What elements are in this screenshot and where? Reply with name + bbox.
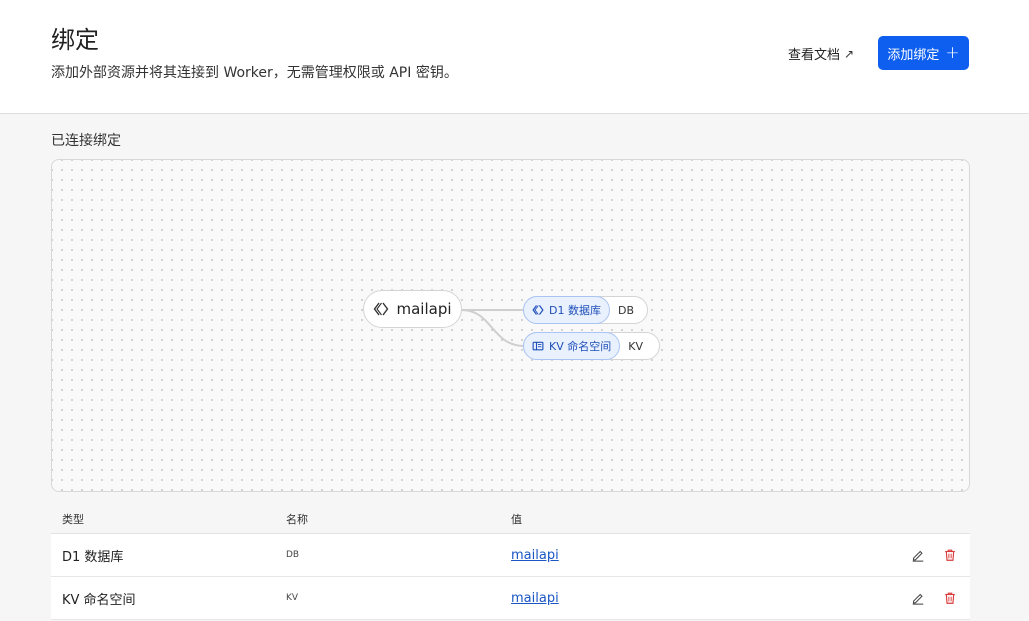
d1-database-icon bbox=[532, 305, 544, 315]
binding-type-pill: KV 命名空间 bbox=[523, 332, 621, 360]
column-header-value: 值 bbox=[511, 513, 522, 526]
trash-icon[interactable] bbox=[942, 547, 958, 563]
kv-namespace-icon bbox=[532, 341, 544, 351]
binding-variable-name: DB bbox=[617, 303, 634, 317]
value-link[interactable]: mailapi bbox=[511, 548, 559, 563]
trash-icon[interactable] bbox=[942, 590, 958, 606]
page-subtitle: 添加外部资源并将其连接到 Worker，无需管理权限或 API 密钥。 bbox=[51, 65, 458, 81]
row-actions bbox=[890, 590, 970, 606]
cell-type: D1 数据库 bbox=[62, 549, 124, 565]
bindings-graph-canvas[interactable]: mailapi D1 数据库 DB KV 命名空间 KV bbox=[51, 159, 970, 492]
add-binding-label: 添加绑定 bbox=[887, 47, 940, 63]
edit-icon[interactable] bbox=[910, 590, 926, 606]
page-header: 绑定 添加外部资源并将其连接到 Worker，无需管理权限或 API 密钥。 查… bbox=[0, 0, 1029, 114]
worker-code-icon bbox=[374, 302, 389, 316]
column-header-type: 类型 bbox=[62, 513, 84, 526]
cell-name: KV bbox=[286, 593, 299, 603]
worker-node[interactable]: mailapi bbox=[363, 290, 462, 328]
cell-name: DB bbox=[286, 550, 300, 560]
column-header-name: 名称 bbox=[286, 513, 308, 526]
page-title: 绑定 bbox=[51, 26, 99, 54]
binding-type-pill: D1 数据库 bbox=[523, 296, 610, 324]
binding-type-label: KV 命名空间 bbox=[549, 340, 612, 353]
table-row: D1 数据库 DB mailapi bbox=[51, 534, 970, 577]
add-binding-button[interactable]: 添加绑定 + bbox=[878, 36, 969, 70]
bindings-table: 类型 名称 值 D1 数据库 DB mailapi KV 命名空间 KV mai… bbox=[51, 505, 970, 620]
cell-type: KV 命名空间 bbox=[62, 592, 136, 608]
row-actions bbox=[890, 547, 970, 563]
binding-node-db[interactable]: D1 数据库 DB bbox=[523, 296, 648, 324]
plus-icon: + bbox=[945, 42, 960, 63]
cell-value: mailapi bbox=[500, 548, 890, 563]
table-row: KV 命名空间 KV mailapi bbox=[51, 577, 970, 620]
connector-kv bbox=[461, 309, 525, 347]
cell-value: mailapi bbox=[500, 591, 890, 606]
table-header-row: 类型 名称 值 bbox=[51, 505, 970, 534]
graph-connectors bbox=[461, 309, 525, 347]
external-link-icon: ↗ bbox=[844, 46, 855, 61]
view-docs-label: 查看文档 bbox=[788, 48, 841, 63]
binding-variable-name: KV bbox=[628, 339, 643, 353]
binding-node-kv[interactable]: KV 命名空间 KV bbox=[523, 332, 660, 360]
view-docs-link[interactable]: 查看文档 ↗ bbox=[788, 44, 855, 64]
worker-node-label: mailapi bbox=[396, 300, 452, 318]
edit-icon[interactable] bbox=[910, 547, 926, 563]
connected-bindings-title: 已连接绑定 bbox=[51, 133, 121, 149]
value-link[interactable]: mailapi bbox=[511, 591, 559, 606]
binding-type-label: D1 数据库 bbox=[549, 304, 601, 317]
